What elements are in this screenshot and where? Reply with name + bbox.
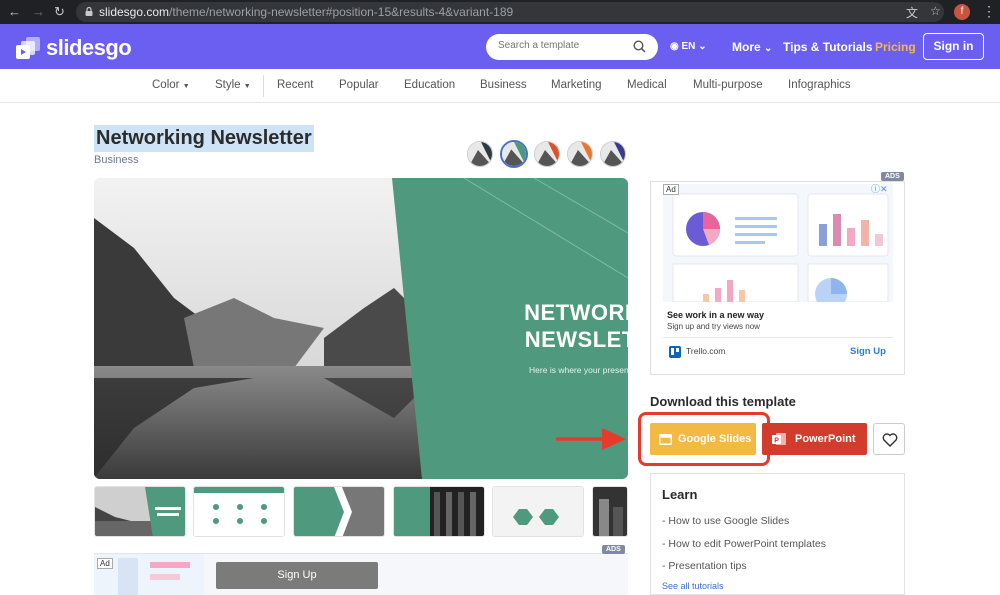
category-marketing[interactable]: Marketing [551,79,602,91]
powerpoint-label: PowerPoint [795,433,856,445]
variant-swatch-4[interactable] [567,141,593,167]
language-selector[interactable]: ◉ EN ⌄ [670,41,707,52]
svg-text:P: P [774,438,779,445]
favorite-button[interactable] [873,423,905,455]
preview-title-line1: NETWORKING [524,300,628,325]
divider [263,75,264,97]
template-category-link[interactable]: Business [94,154,139,166]
ads-badge-right: ADS [881,172,904,181]
more-menu[interactable]: More ⌄ [732,40,772,54]
category-medical[interactable]: Medical [627,79,667,91]
tips-tutorials-link[interactable]: Tips & Tutorials [783,40,873,54]
preview-subtitle: Here is where your presentation begins [529,365,628,375]
arrow-annotation-icon [556,428,626,450]
reload-icon[interactable]: ↻ [54,4,65,20]
learn-link-google-slides[interactable]: - How to use Google Slides [662,515,789,527]
search-input[interactable] [498,40,628,51]
category-bar: Color ▼ Style ▼ Recent Popular Education… [0,69,1000,103]
learn-title: Learn [662,487,698,502]
url-text: slidesgo.com/theme/networking-newsletter… [99,5,513,19]
chevron-down-icon: ⌄ [764,43,773,54]
logo-icon [16,37,40,59]
google-slides-icon [659,434,672,445]
category-popular[interactable]: Popular [339,79,379,91]
color-filter[interactable]: Color ▼ [152,79,190,91]
category-education[interactable]: Education [404,79,455,91]
ad-cta-link[interactable]: Sign Up [850,346,886,357]
ad-subline: Sign up and try views now [667,322,760,331]
search-icon[interactable] [633,40,646,53]
lock-icon [85,7,93,16]
more-label: More [732,40,761,54]
ad-label-right: Ad [663,184,679,195]
download-title: Download this template [650,394,796,409]
profile-avatar[interactable]: f [954,4,970,20]
slide-thumbnail-2[interactable] [193,486,285,537]
style-filter-label: Style [215,79,241,91]
ad-signup-button[interactable]: Sign Up [216,562,378,589]
address-bar[interactable]: slidesgo.com/theme/networking-newsletter… [76,2,944,22]
category-business[interactable]: Business [480,79,527,91]
ad-illustration [663,184,893,302]
page-title: Networking Newsletter [94,125,314,152]
see-all-tutorials-link[interactable]: See all tutorials [662,581,724,591]
learn-link-tips[interactable]: - Presentation tips [662,560,747,572]
preview-title-line2: NEWSLETTER [524,327,628,352]
ad-headline: See work in a new way [667,310,765,320]
template-preview[interactable]: NETWORKINGNEWSLETTER Here is where your … [94,178,628,479]
learn-link-powerpoint[interactable]: - How to edit PowerPoint templates [662,538,826,550]
signin-button[interactable]: Sign in [923,33,984,60]
slide-thumbnail-6[interactable] [592,486,628,537]
ad-divider [663,337,893,338]
ads-badge: ADS [602,545,625,554]
trello-icon [669,346,681,358]
preview-title: NETWORKINGNEWSLETTER [486,299,628,353]
slide-thumbnail-5[interactable] [492,486,584,537]
url-path: /theme/networking-newsletter#position-15… [169,5,514,19]
browser-menu-icon[interactable]: ⋮ [982,3,996,20]
caret-down-icon: ▼ [182,83,190,90]
google-slides-label: Google Slides [678,433,752,445]
slide-thumbnail-4[interactable] [393,486,485,537]
powerpoint-button[interactable]: P PowerPoint [762,423,867,455]
star-icon[interactable]: ☆ [930,4,941,18]
slide-thumbnail-3[interactable] [293,486,385,537]
back-icon[interactable]: ← [8,4,21,20]
category-recent[interactable]: Recent [277,79,313,91]
search-box[interactable] [486,34,658,60]
language-label: EN [681,41,696,52]
site-header: slidesgo ◉ EN ⌄ More ⌄ Tips & Tutorials … [0,24,1000,69]
powerpoint-icon: P [772,433,786,445]
pricing-link[interactable]: Pricing [875,40,916,54]
variant-swatch-2[interactable] [500,140,528,168]
style-filter[interactable]: Style ▼ [215,79,251,91]
url-host: slidesgo.com [99,5,170,19]
google-slides-button[interactable]: Google Slides [650,423,756,455]
adchoices-icon[interactable]: ⓘ✕ [871,182,888,195]
heart-icon [882,433,898,447]
globe-icon: ◉ [670,41,679,52]
browser-toolbar: ← → ↻ slidesgo.com/theme/networking-news… [0,0,1000,24]
translate-icon[interactable]: 文 [906,4,918,21]
ad-site: Trello.com [686,346,726,356]
caret-down-icon: ▼ [243,83,251,90]
forward-icon[interactable]: → [32,4,45,20]
logo[interactable]: slidesgo [16,35,132,61]
variant-swatch-5[interactable] [600,141,626,167]
logo-text: slidesgo [46,35,132,60]
color-filter-label: Color [152,79,180,91]
chevron-down-icon: ⌄ [698,41,707,52]
category-infographics[interactable]: Infographics [788,79,851,91]
variant-swatch-3[interactable] [534,141,560,167]
ad-label: Ad [97,558,113,569]
variant-swatch-1[interactable] [467,141,493,167]
category-multi-purpose[interactable]: Multi-purpose [693,79,763,91]
slide-thumbnail-1[interactable] [94,486,186,537]
